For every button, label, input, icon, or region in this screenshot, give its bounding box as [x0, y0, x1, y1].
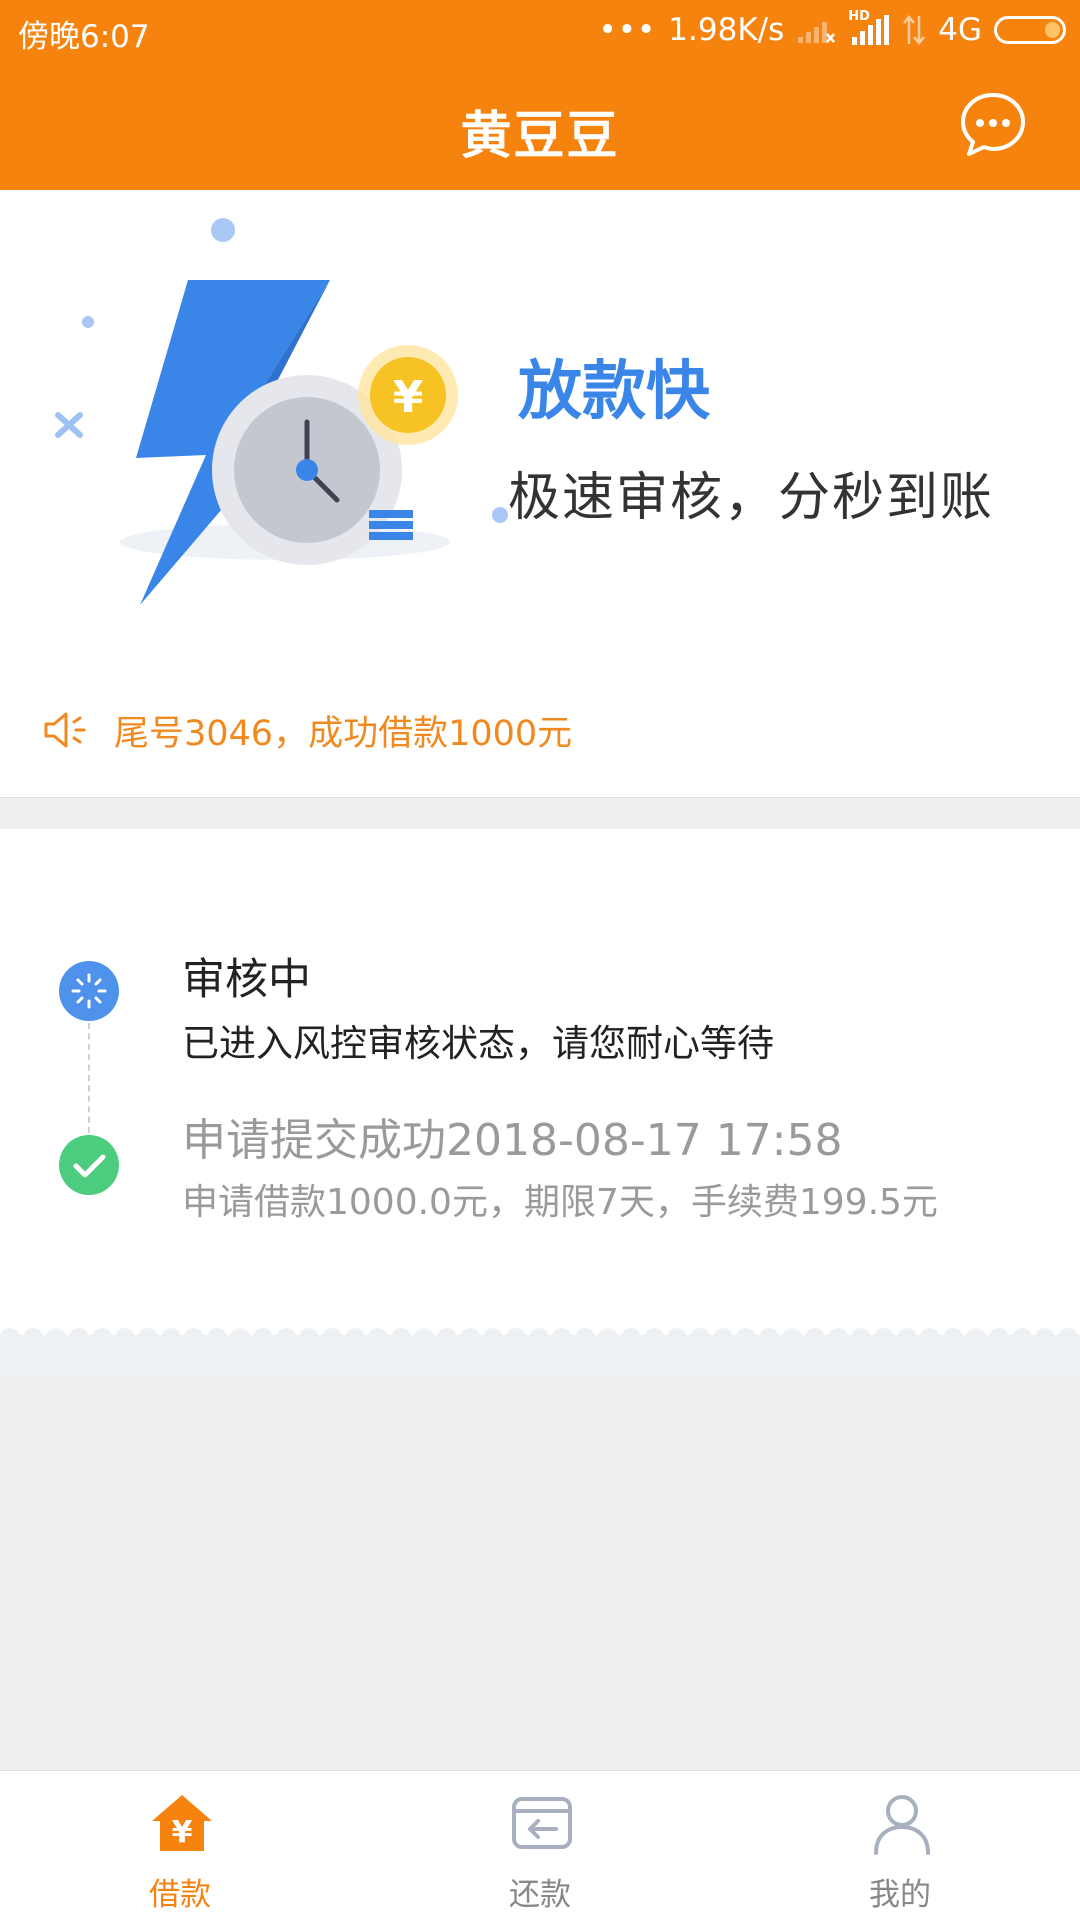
loan-house-icon: ¥ [152, 1795, 212, 1851]
network-type: 4G [938, 12, 982, 48]
tab-label: 还款 [509, 1877, 571, 1913]
chat-bubble-icon[interactable] [958, 90, 1028, 160]
lightning-clock-illustration: ¥ [55, 218, 508, 605]
user-icon [874, 1795, 930, 1855]
loading-icon [59, 961, 119, 1021]
banner-subline: 极速审核，分秒到账 [508, 468, 995, 528]
notice-text: 尾号3046，成功借款1000元 [114, 713, 573, 754]
svg-text:¥: ¥ [172, 1815, 193, 1850]
status-bar: 傍晚6:07 ••• 1.98K/s HD 4G [0, 0, 1080, 60]
speaker-icon [44, 712, 86, 748]
data-arrows-icon [903, 15, 926, 45]
app-bar: 黄豆豆 [0, 60, 1080, 190]
check-icon [59, 1135, 119, 1195]
step-title: 审核中 [182, 955, 311, 1005]
tab-label: 我的 [869, 1877, 931, 1913]
page-title: 黄豆豆 [460, 107, 620, 166]
status-indicators: ••• 1.98K/s HD 4G [598, 8, 1066, 52]
coin-symbol: ¥ [393, 372, 424, 423]
hd-signal: HD [848, 9, 890, 47]
step-description: 已进入风控审核状态，请您耐心等待 [182, 1022, 774, 1065]
step-description: 申请借款1000.0元，期限7天，手续费199.5元 [182, 1182, 938, 1223]
signal-full-icon [852, 15, 890, 45]
tab-repay[interactable]: 还款 [360, 1771, 720, 1921]
network-speed: 1.98K/s [668, 12, 785, 48]
battery-icon [994, 16, 1066, 44]
loan-status-card: 审核中 已进入风控审核状态，请您耐心等待 申请提交成功2018-08-17 17… [0, 829, 1080, 1347]
repay-card-icon [512, 1797, 572, 1849]
tab-label: 借款 [149, 1877, 211, 1913]
promo-banner: ¥ 放款快 极速审核，分秒到账 尾号3046，成功借款1000元 [0, 190, 1080, 798]
notice-marquee: 尾号3046，成功借款1000元 [42, 705, 572, 755]
card-bottom-strip [0, 1347, 1080, 1376]
tab-mine[interactable]: 我的 [720, 1771, 1080, 1921]
step-title: 申请提交成功2018-08-17 17:58 [182, 1115, 843, 1166]
more-dots-icon: ••• [598, 12, 657, 48]
banner-headline: 放款快 [518, 355, 710, 429]
bottom-tab-bar: ¥ 借款 还款 我的 [0, 1770, 1080, 1921]
scallop-edge [0, 1328, 1080, 1347]
signal-none-icon [798, 22, 836, 43]
top-bar: 傍晚6:07 ••• 1.98K/s HD 4G 黄豆豆 [0, 0, 1080, 190]
tab-loan[interactable]: ¥ 借款 [0, 1771, 360, 1921]
status-time: 傍晚6:07 [18, 19, 150, 55]
step-connector [88, 1023, 90, 1133]
